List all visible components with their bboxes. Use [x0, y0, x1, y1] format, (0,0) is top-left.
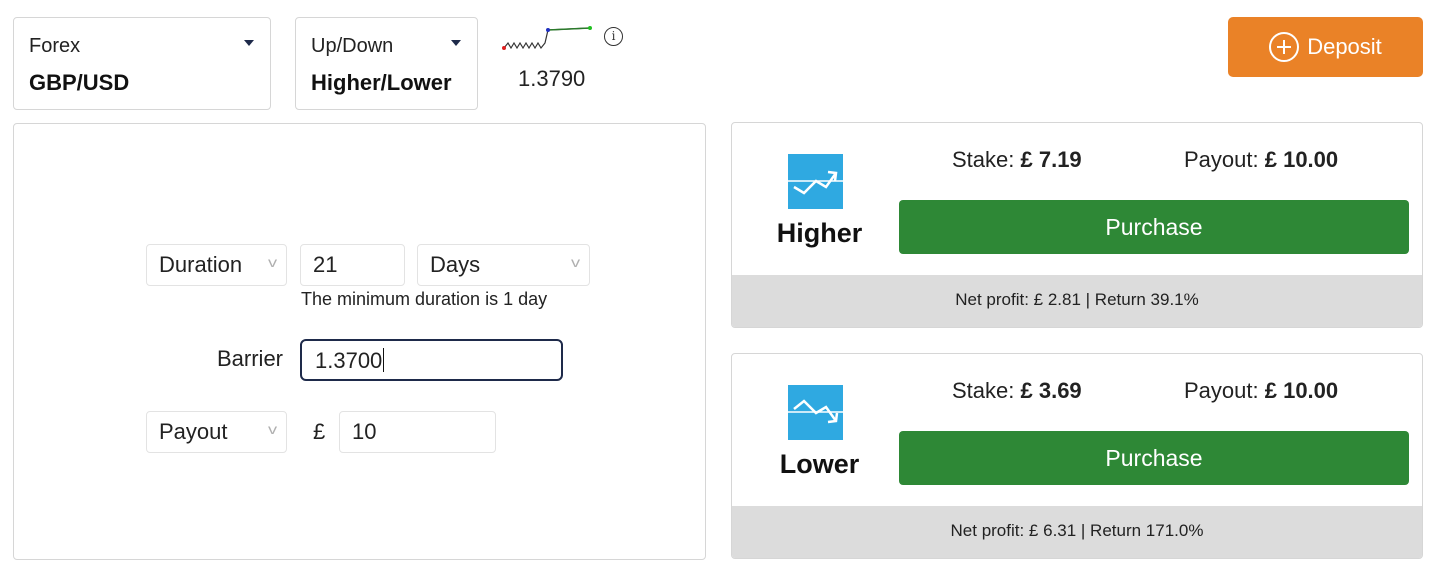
caret-down-icon [451, 40, 461, 46]
payout-amount: £ 10.00 [1264, 147, 1339, 172]
chevron-down-icon: v [267, 254, 278, 270]
stake-text: Stake: £ 7.19 [952, 147, 1082, 173]
payout-amount: £ 10.00 [1264, 378, 1339, 403]
contract-type-label: Higher [776, 218, 863, 248]
lower-trend-icon [788, 385, 843, 440]
market-selector[interactable]: Forex GBP/USD [13, 17, 271, 110]
market-symbol: GBP/USD [29, 70, 130, 95]
contract-card-higher: Higher Stake: £ 7.19 Payout: £ 10.00 Pur… [731, 122, 1423, 328]
higher-trend-icon [788, 154, 843, 209]
caret-down-icon [244, 40, 254, 46]
spot-price: 1.3790 [518, 66, 586, 91]
payout-text: Payout: £ 10.00 [1184, 147, 1338, 173]
payout-amount-input[interactable]: 10 [339, 411, 496, 453]
net-profit-footer: Net profit: £ 2.81 | Return 39.1% [732, 275, 1422, 327]
payout-type-value: Payout [159, 419, 228, 444]
trade-type-value: Higher/Lower [311, 70, 452, 95]
sparkline-chart-icon [502, 26, 592, 50]
market-category: Forex [29, 35, 81, 57]
deposit-label: Deposit [1307, 34, 1382, 59]
plus-circle-icon [1269, 32, 1300, 62]
stake-amount: £ 7.19 [1020, 147, 1082, 172]
contract-type-label: Lower [779, 449, 860, 479]
trade-type-category: Up/Down [311, 35, 394, 57]
barrier-value: 1.3700 [315, 348, 383, 373]
contract-card-lower: Lower Stake: £ 3.69 Payout: £ 10.00 Purc… [731, 353, 1423, 559]
stake-label: Stake: [952, 147, 1015, 172]
duration-type-value: Duration [159, 252, 243, 277]
duration-input[interactable]: 21 [300, 244, 405, 286]
trade-type-selector[interactable]: Up/Down Higher/Lower [295, 17, 478, 110]
payout-type-select[interactable]: Payout v [146, 411, 287, 453]
payout-text: Payout: £ 10.00 [1184, 378, 1338, 404]
info-icon[interactable]: i [604, 27, 623, 46]
stake-label: Stake: [952, 378, 1015, 403]
barrier-label: Barrier [217, 346, 284, 371]
payout-amount-value: 10 [352, 419, 377, 444]
purchase-lower-button[interactable]: Purchase [899, 431, 1409, 485]
text-cursor [383, 348, 385, 372]
net-profit-footer: Net profit: £ 6.31 | Return 171.0% [732, 506, 1422, 558]
duration-unit-value: Days [430, 252, 481, 277]
deposit-button[interactable]: Deposit [1228, 17, 1423, 77]
duration-hint: The minimum duration is 1 day [301, 289, 548, 309]
stake-text: Stake: £ 3.69 [952, 378, 1082, 404]
payout-label: Payout: [1184, 147, 1259, 172]
chevron-down-icon: v [570, 254, 581, 270]
stake-amount: £ 3.69 [1020, 378, 1082, 403]
barrier-input[interactable]: 1.3700 [300, 339, 563, 381]
payout-label: Payout: [1184, 378, 1259, 403]
duration-value: 21 [313, 252, 338, 277]
purchase-higher-button[interactable]: Purchase [899, 200, 1409, 254]
currency-symbol: £ [313, 419, 326, 444]
chevron-down-icon: v [267, 421, 278, 437]
duration-unit-select[interactable]: Days v [417, 244, 590, 286]
duration-type-select[interactable]: Duration v [146, 244, 287, 286]
